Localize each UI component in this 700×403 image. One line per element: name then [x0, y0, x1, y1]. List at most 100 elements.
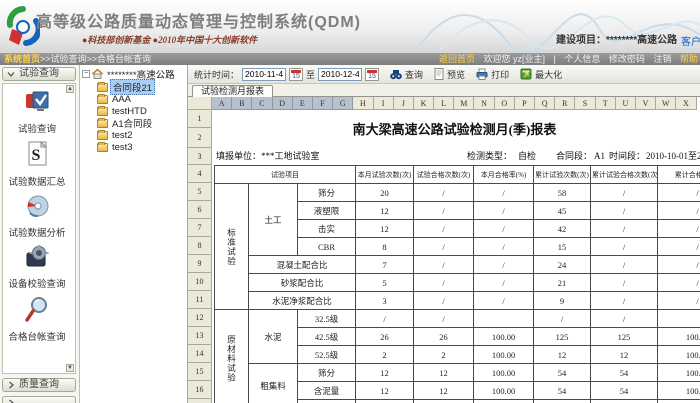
row-number[interactable]: 8	[188, 237, 212, 255]
cell-value[interactable]: 100.00	[658, 346, 700, 364]
scroll-up-button[interactable]: ▲	[66, 85, 74, 93]
cell-value[interactable]: 12	[591, 346, 658, 364]
header-pass-tests[interactable]: 试验合格次数(次)	[414, 166, 474, 184]
cell-value[interactable]: /	[591, 184, 658, 202]
cell-value[interactable]: 12	[414, 382, 474, 400]
cell-value[interactable]: /	[534, 310, 591, 328]
row-number[interactable]: 2	[188, 128, 212, 148]
cell-value[interactable]: 100.00	[474, 328, 534, 346]
scroll-down-button[interactable]: ▼	[66, 364, 74, 372]
panel-quality-query[interactable]: 质量查询	[2, 378, 76, 392]
column-letter[interactable]: G	[333, 97, 353, 110]
cell-value[interactable]: /	[658, 292, 700, 310]
tree-item-test3[interactable]: test3	[97, 141, 187, 153]
tree-item-a1-contract[interactable]: A1合同段	[97, 117, 187, 129]
row-number[interactable]: 1	[188, 110, 212, 128]
cell-value[interactable]: /	[414, 220, 474, 238]
calendar-picker-icon[interactable]: 15	[289, 68, 303, 81]
cell-value[interactable]: 45	[534, 202, 591, 220]
cell-item[interactable]: 32.5级	[298, 310, 356, 328]
column-letter[interactable]: V	[636, 97, 656, 110]
header-test-item[interactable]: 试验项目	[215, 166, 356, 184]
cell-value[interactable]: 15	[534, 238, 591, 256]
preview-button[interactable]: 预览	[434, 68, 465, 81]
column-letter[interactable]: W	[656, 97, 676, 110]
cell-value[interactable]: 54	[591, 364, 658, 382]
cell-value[interactable]	[414, 400, 474, 403]
cell-value[interactable]	[474, 310, 534, 328]
cell-item[interactable]: CBR	[298, 238, 356, 256]
cell-value[interactable]: /	[591, 310, 658, 328]
column-letter[interactable]: R	[555, 97, 575, 110]
column-letter[interactable]: F	[313, 97, 333, 110]
sidebar-item-qualified-ledger[interactable]: 合格台帐查询	[6, 296, 68, 343]
logout-link[interactable]: 注销	[653, 54, 671, 64]
cell-item[interactable]: 水泥净浆配合比	[249, 292, 356, 310]
header-cum-rate[interactable]: 累计合格率(%)	[658, 166, 700, 184]
sidebar-item-test-query[interactable]: 试验查询	[6, 90, 68, 135]
row-number[interactable]: 6	[188, 201, 212, 219]
cell-value[interactable]: 7	[356, 256, 414, 274]
row-number[interactable]: 14	[188, 345, 212, 363]
cell-value[interactable]: /	[658, 184, 700, 202]
cell-value[interactable]: 125	[591, 328, 658, 346]
cell-value[interactable]: /	[474, 292, 534, 310]
cell-value[interactable]: 8	[356, 238, 414, 256]
column-letter[interactable]: E	[293, 97, 313, 110]
cell-value[interactable]: 100.00	[658, 328, 700, 346]
column-letter[interactable]: P	[515, 97, 535, 110]
help-link[interactable]: 帮助	[680, 54, 698, 64]
header-month-rate[interactable]: 本月合格率(%)	[474, 166, 534, 184]
column-letter[interactable]: K	[414, 97, 434, 110]
column-letter[interactable]: L	[434, 97, 454, 110]
tree-item-test2[interactable]: test2	[97, 129, 187, 141]
cell-value[interactable]: 5	[356, 274, 414, 292]
cell-value[interactable]: 26	[414, 328, 474, 346]
cell-value[interactable]: /	[474, 238, 534, 256]
cell-value[interactable]: 100.00	[474, 382, 534, 400]
header-month-tests[interactable]: 本月试验次数(次)	[356, 166, 414, 184]
column-letter[interactable]: X	[676, 97, 696, 110]
row-number[interactable]: 7	[188, 219, 212, 237]
cell-value[interactable]: /	[658, 274, 700, 292]
cell-value[interactable]	[474, 400, 534, 403]
calendar-picker-icon[interactable]: 15	[365, 68, 379, 81]
column-letter[interactable]: I	[374, 97, 394, 110]
group-standard-tests[interactable]: 标准试验	[215, 184, 249, 310]
cell-item[interactable]: 混凝土配合比	[249, 256, 356, 274]
group-raw-material-tests[interactable]: 原材料试验	[215, 310, 249, 403]
row-number[interactable]: 11	[188, 291, 212, 309]
cell-value[interactable]: 2	[356, 346, 414, 364]
cell-value[interactable]	[356, 400, 414, 403]
cell-value[interactable]: /	[591, 292, 658, 310]
column-letter[interactable]: A	[212, 97, 232, 110]
cell-value[interactable]: 12	[356, 364, 414, 382]
cell-value[interactable]: 9	[534, 292, 591, 310]
cell-value[interactable]: /	[474, 202, 534, 220]
cell-item[interactable]: 液塑限	[298, 202, 356, 220]
cell-value[interactable]: /	[414, 292, 474, 310]
cell-value[interactable]: /	[414, 184, 474, 202]
row-number[interactable]: 12	[188, 309, 212, 327]
cell-value[interactable]: /	[356, 310, 414, 328]
sidebar-item-data-analysis[interactable]: 试验数据分析	[6, 194, 68, 239]
cell-value[interactable]: 12	[356, 382, 414, 400]
cell-value[interactable]: 54	[534, 364, 591, 382]
cell-value[interactable]: /	[414, 238, 474, 256]
collapse-toggle-icon[interactable]: −	[82, 70, 90, 78]
row-number[interactable]	[188, 399, 212, 403]
column-letter[interactable]: C	[252, 97, 272, 110]
column-letter[interactable]: H	[353, 97, 373, 110]
cell-value[interactable]: /	[414, 256, 474, 274]
cell-item[interactable]: 砂浆配合比	[249, 274, 356, 292]
cell-value[interactable]: 100.00	[474, 364, 534, 382]
column-letter[interactable]: M	[454, 97, 474, 110]
cell-value[interactable]: /	[414, 310, 474, 328]
cell-value[interactable]: /	[658, 256, 700, 274]
subgroup-cement[interactable]: 水泥	[249, 310, 298, 364]
query-button[interactable]: 查询	[390, 68, 423, 81]
cell-value[interactable]: /	[474, 184, 534, 202]
column-letter[interactable]: N	[474, 97, 494, 110]
cell-item[interactable]	[298, 400, 356, 403]
column-letter[interactable]: S	[575, 97, 595, 110]
